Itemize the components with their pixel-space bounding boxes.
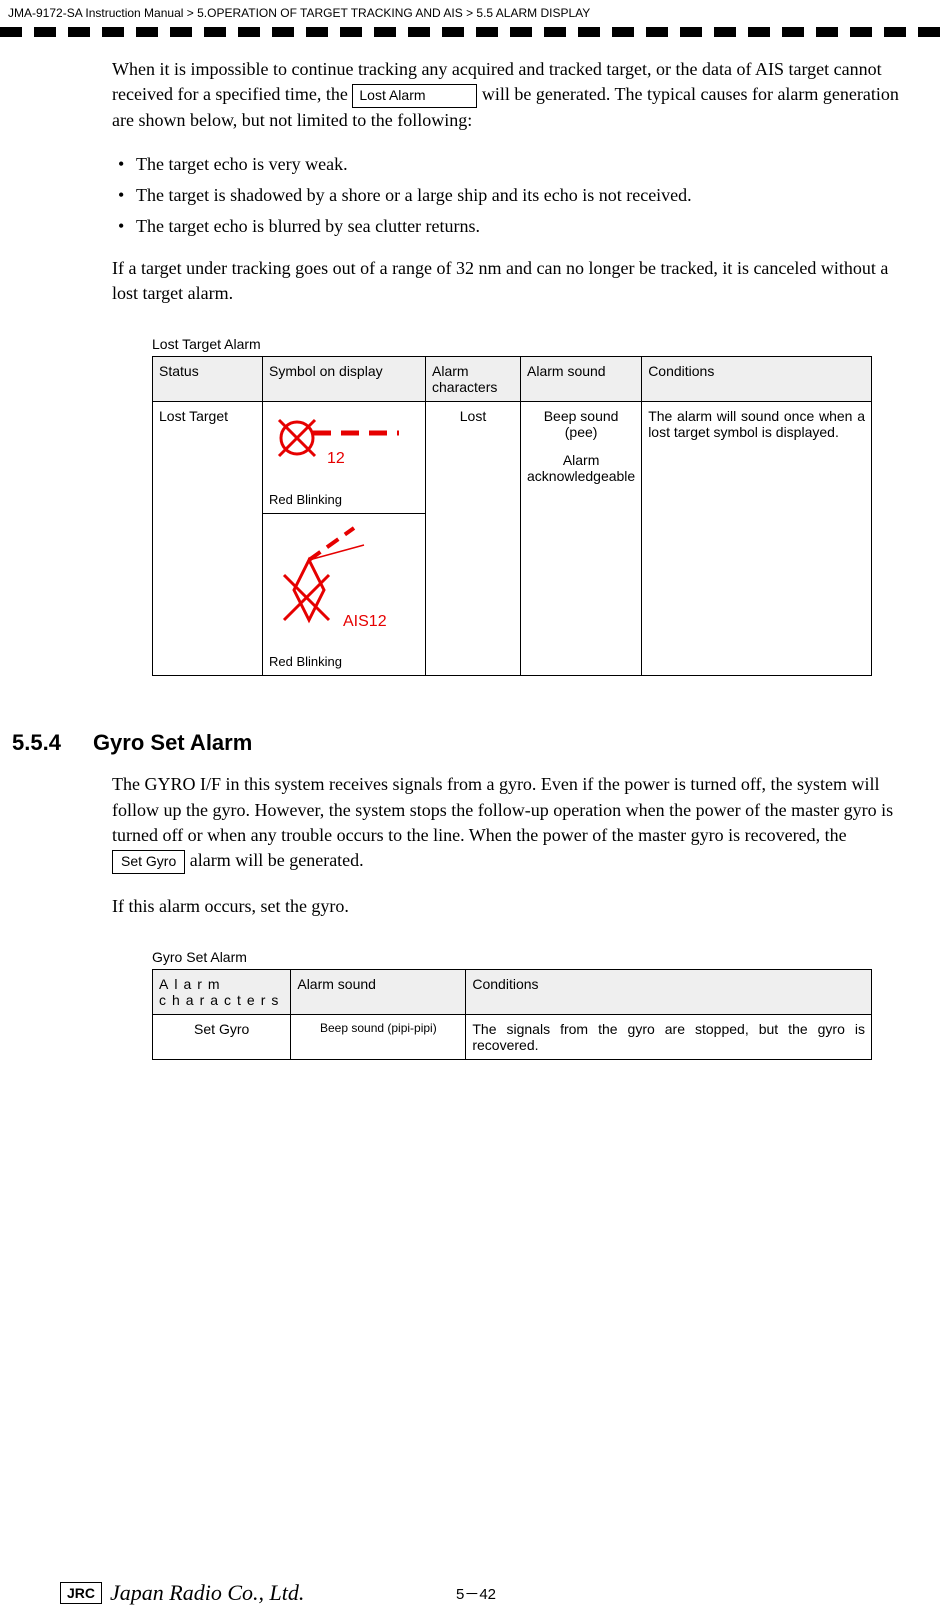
symbol-1-number: 12 (327, 450, 345, 467)
th-alarm-sound: Alarm sound (521, 357, 642, 402)
td-gyro-alarm-chars: Set Gyro (153, 1014, 291, 1059)
td-symbol-2: AIS12 Red Blinking (263, 514, 426, 676)
lost-symbol-1: 12 (269, 408, 419, 488)
th-status: Status (153, 357, 263, 402)
th-symbol: Symbol on display (263, 357, 426, 402)
jrc-logo: JRC (60, 1582, 102, 1604)
red-blinking-2: Red Blinking (269, 654, 419, 669)
td-alarm-chars: Lost (426, 402, 521, 676)
lost-target-table: Status Symbol on display Alarm character… (152, 356, 872, 676)
lost-table-caption: Lost Target Alarm (152, 336, 900, 352)
symbol-2-number: AIS12 (343, 613, 387, 630)
td-gyro-conditions: The signals from the gyro are stopped, b… (466, 1014, 872, 1059)
bullet-list: The target echo is very weak. The target… (112, 151, 900, 240)
section-554-heading: 5.5.4 Gyro Set Alarm (12, 730, 900, 756)
page-number: 5－42 (456, 1583, 496, 1604)
dashed-divider (0, 27, 952, 37)
th-gyro-alarm-sound: Alarm sound (291, 969, 466, 1014)
breadcrumb: JMA-9172-SA Instruction Manual > 5.OPERA… (0, 0, 952, 25)
gyro-set-table: Alarm characters Alarm sound Conditions … (152, 969, 872, 1060)
td-symbol-1: 12 Red Blinking (263, 402, 426, 514)
alarm-sound-b: Alarm acknowledgeable (527, 452, 635, 484)
th-alarm-chars: Alarm characters (426, 357, 521, 402)
td-gyro-alarm-sound: Beep sound (pipi-pipi) (291, 1014, 466, 1059)
gyro-paragraph-1: The GYRO I/F in this system receives sig… (112, 772, 900, 873)
td-conditions: The alarm will sound once when a lost ta… (642, 402, 872, 676)
bullet-item: The target echo is very weak. (118, 151, 900, 178)
intro-paragraph: When it is impossible to continue tracki… (112, 57, 900, 133)
bullet-item: The target is shadowed by a shore or a l… (118, 182, 900, 209)
gyro-table-caption: Gyro Set Alarm (152, 949, 900, 965)
company-name: Japan Radio Co., Ltd. (110, 1580, 304, 1606)
header-chapter: 5.OPERATION OF TARGET TRACKING AND AIS (197, 6, 463, 20)
range-paragraph: If a target under tracking goes out of a… (112, 256, 900, 306)
th-gyro-alarm-chars: Alarm characters (153, 969, 291, 1014)
section-title: Gyro Set Alarm (93, 730, 252, 755)
gyro-para-a: The GYRO I/F in this system receives sig… (112, 774, 893, 844)
section-number: 5.5.4 (12, 730, 61, 756)
gyro-para-b: alarm will be generated. (190, 850, 364, 870)
th-conditions: Conditions (642, 357, 872, 402)
td-status: Lost Target (153, 402, 263, 676)
header-section: 5.5 ALARM DISPLAY (476, 6, 590, 20)
th-gyro-conditions: Conditions (466, 969, 872, 1014)
bullet-item: The target echo is blurred by sea clutte… (118, 213, 900, 240)
td-alarm-sound: Beep sound (pee) Alarm acknowledgeable (521, 402, 642, 676)
alarm-sound-a: Beep sound (pee) (527, 408, 635, 440)
header-manual: JMA-9172-SA Instruction Manual (8, 6, 183, 20)
lost-alarm-box: Lost Alarm (352, 84, 477, 108)
red-blinking-1: Red Blinking (269, 492, 419, 507)
gyro-paragraph-2: If this alarm occurs, set the gyro. (112, 894, 900, 919)
set-gyro-box: Set Gyro (112, 850, 185, 874)
lost-symbol-2: AIS12 (269, 520, 419, 650)
page-footer: JRC Japan Radio Co., Ltd. 5－42 (0, 1580, 952, 1606)
